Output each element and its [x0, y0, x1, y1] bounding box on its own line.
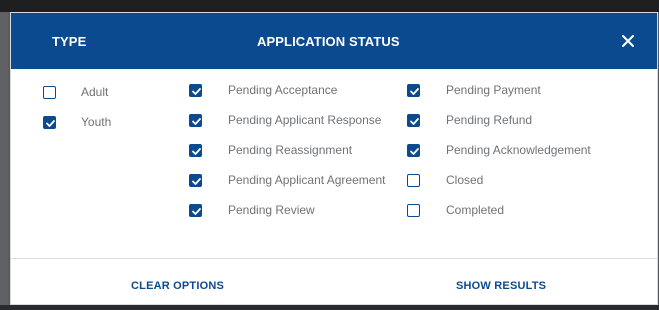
footer-divider [11, 258, 657, 259]
youth-checkbox[interactable] [43, 115, 56, 129]
status-option-closed[interactable]: Closed [407, 172, 483, 188]
pending-acceptance-label: Pending Acceptance [228, 83, 338, 97]
pending-acknowledgement-checkbox[interactable] [407, 143, 420, 157]
status-option-pending-applicant-response[interactable]: Pending Applicant Response [189, 112, 381, 128]
page-backdrop-bottom [0, 305, 659, 310]
youth-label: Youth [81, 115, 112, 129]
type-heading: TYPE [52, 34, 87, 49]
pending-applicant-response-checkbox[interactable] [189, 113, 202, 127]
filter-modal: TYPE APPLICATION STATUS Adult Youth Pend… [10, 12, 658, 305]
status-option-completed[interactable]: Completed [407, 202, 504, 218]
adult-checkbox[interactable] [43, 85, 56, 99]
application-status-heading: APPLICATION STATUS [257, 34, 400, 49]
completed-label: Completed [446, 203, 505, 217]
type-option-youth[interactable]: Youth [43, 114, 111, 130]
modal-header: TYPE APPLICATION STATUS [11, 13, 657, 69]
status-option-pending-reassignment[interactable]: Pending Reassignment [189, 142, 352, 158]
completed-checkbox[interactable] [407, 203, 420, 217]
pending-review-checkbox[interactable] [189, 203, 202, 217]
pending-acknowledgement-label: Pending Acknowledgement [446, 143, 591, 157]
closed-label: Closed [446, 173, 484, 187]
pending-review-label: Pending Review [228, 203, 315, 217]
pending-reassignment-label: Pending Reassignment [228, 143, 353, 157]
status-option-pending-applicant-agreement[interactable]: Pending Applicant Agreement [189, 172, 385, 188]
clear-options-button[interactable]: CLEAR OPTIONS [131, 280, 224, 292]
pending-payment-checkbox[interactable] [407, 83, 420, 97]
pending-applicant-response-label: Pending Applicant Response [228, 113, 382, 127]
pending-acceptance-checkbox[interactable] [189, 83, 202, 97]
status-option-pending-refund[interactable]: Pending Refund [407, 112, 532, 128]
adult-label: Adult [81, 85, 109, 99]
status-option-pending-review[interactable]: Pending Review [189, 202, 315, 218]
pending-refund-checkbox[interactable] [407, 113, 420, 127]
pending-refund-label: Pending Refund [446, 113, 533, 127]
show-results-button[interactable]: SHOW RESULTS [456, 280, 546, 292]
status-option-pending-acknowledgement[interactable]: Pending Acknowledgement [407, 142, 591, 158]
status-option-pending-acceptance[interactable]: Pending Acceptance [189, 82, 337, 98]
closed-checkbox[interactable] [407, 173, 420, 187]
close-icon[interactable] [617, 30, 639, 52]
page-backdrop [0, 0, 659, 12]
pending-applicant-agreement-checkbox[interactable] [189, 173, 202, 187]
status-option-pending-payment[interactable]: Pending Payment [407, 82, 541, 98]
type-option-adult[interactable]: Adult [43, 84, 108, 100]
pending-applicant-agreement-label: Pending Applicant Agreement [228, 173, 386, 187]
pending-payment-label: Pending Payment [446, 83, 541, 97]
pending-reassignment-checkbox[interactable] [189, 143, 202, 157]
